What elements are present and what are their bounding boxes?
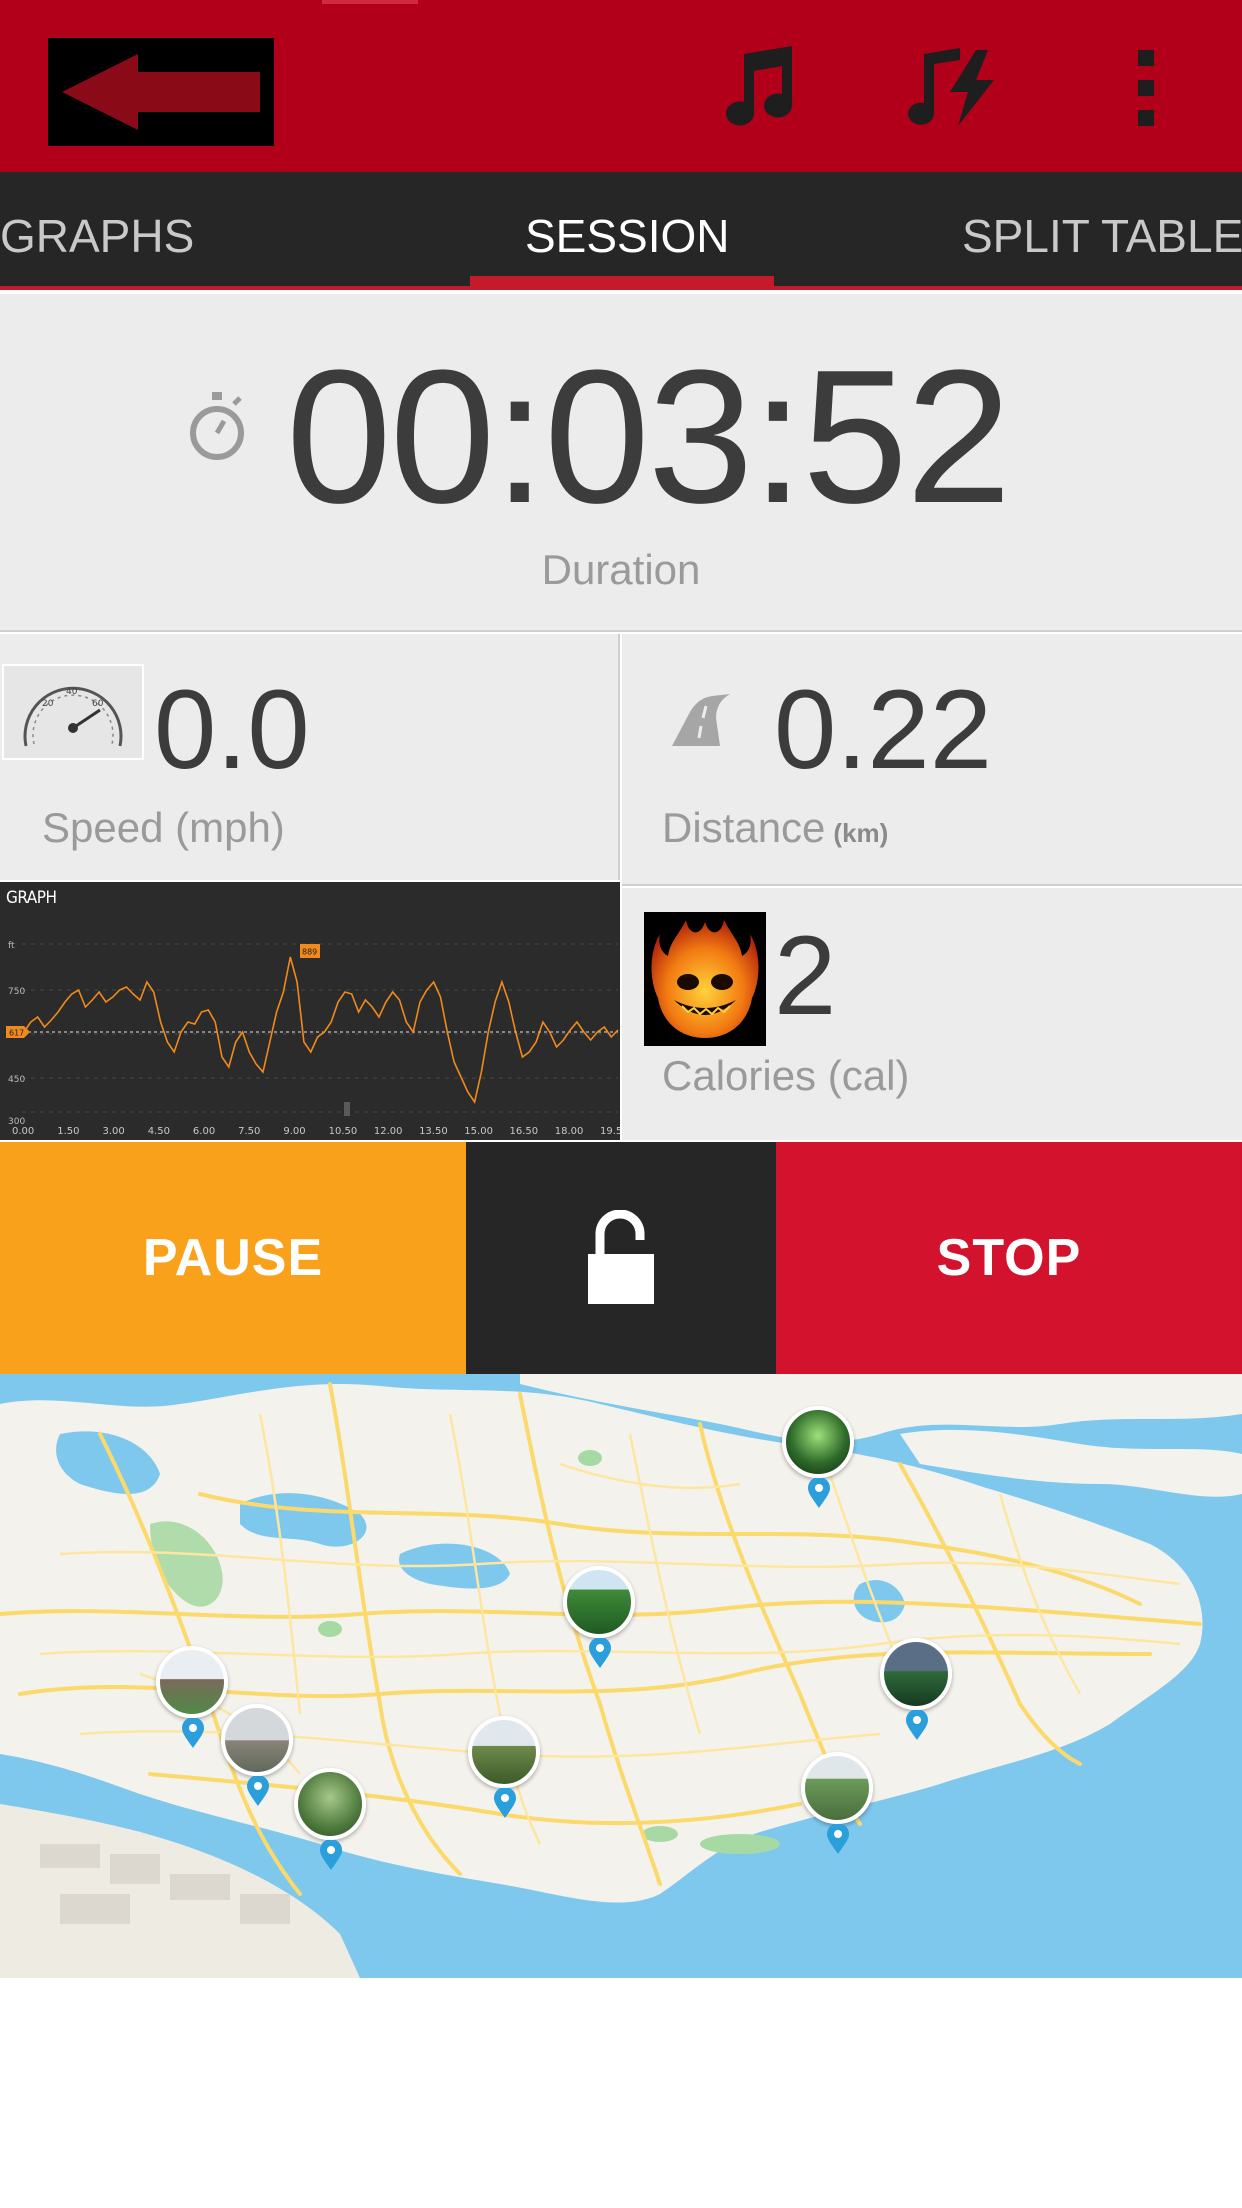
graph-x-tick: 6.00	[193, 1126, 215, 1137]
photo-pin-7[interactable]	[801, 1752, 873, 1854]
graph-y-tick-450: 450	[8, 1075, 25, 1085]
calories-value: 2	[774, 913, 837, 1038]
duration-panel: 00:03:52 Duration	[0, 294, 1242, 632]
graph-x-tick: 15.00	[464, 1126, 493, 1137]
graph-y-unit: ft	[8, 941, 15, 951]
session-controls: PAUSE STOP	[0, 1142, 1242, 1374]
overflow-menu-button[interactable]	[1098, 40, 1194, 136]
photo-pin-3[interactable]	[156, 1646, 228, 1748]
graph-x-tick: 3.00	[102, 1126, 124, 1137]
photo-pin-4[interactable]	[880, 1638, 952, 1740]
calories-label: Calories (cal)	[662, 1052, 910, 1099]
music-button[interactable]	[708, 40, 804, 136]
graph-x-tick: 12.00	[374, 1126, 403, 1137]
back-arrow-icon	[62, 54, 260, 130]
music-note-icon	[726, 46, 792, 126]
power-song-icon	[908, 48, 994, 126]
graph-max-marker: 889	[300, 944, 320, 958]
graph-x-tick: 10.50	[329, 1126, 358, 1137]
route-map[interactable]	[0, 1374, 1242, 1978]
tab-split-table[interactable]: SPLIT TABLE	[962, 172, 1242, 286]
lock-button[interactable]	[466, 1142, 776, 1374]
svg-text:60: 60	[92, 699, 104, 709]
photo-pin-2[interactable]	[563, 1566, 635, 1668]
graph-x-tick: 9.00	[283, 1126, 305, 1137]
unlock-icon	[588, 1210, 654, 1304]
svg-text:889: 889	[302, 948, 317, 957]
pause-button[interactable]: PAUSE	[0, 1142, 466, 1374]
app-bar-highlight	[322, 0, 418, 4]
distance-value: 0.22	[774, 667, 992, 792]
power-song-button[interactable]	[906, 40, 1002, 136]
distance-panel: 0.22 Distance (km)	[622, 634, 1242, 886]
speed-label: Speed (mph)	[42, 804, 285, 851]
graph-title: GRAPH	[6, 888, 57, 908]
duration-value: 00:03:52	[286, 331, 1012, 543]
photo-pin-5[interactable]	[221, 1704, 293, 1806]
speed-value: 0.0	[154, 667, 310, 792]
graph-x-tick: 7.50	[238, 1126, 260, 1137]
photo-pin-8[interactable]	[294, 1768, 366, 1870]
flame-face-logo	[644, 912, 766, 1046]
photo-pin-6[interactable]	[468, 1716, 540, 1818]
stopwatch-icon	[190, 392, 244, 460]
speedometer-icon: 20 40 60	[2, 664, 144, 760]
graph-x-tick: 16.50	[510, 1126, 539, 1137]
graph-x-tick: 13.50	[419, 1126, 448, 1137]
svg-text:40: 40	[66, 687, 78, 697]
active-tab-indicator	[470, 276, 774, 286]
back-button[interactable]	[48, 38, 274, 146]
road-icon	[672, 694, 730, 746]
distance-label-text: Distance	[662, 804, 826, 851]
duration-label: Duration	[541, 546, 701, 593]
graph-x-tick: 1.50	[57, 1126, 79, 1137]
distance-label: Distance (km)	[662, 804, 888, 852]
distance-unit: (km)	[833, 818, 889, 848]
graph-x-tick: 4.50	[148, 1126, 170, 1137]
tab-session[interactable]: SESSION	[525, 172, 730, 286]
overflow-menu-icon	[1138, 50, 1154, 126]
tab-bar: GRAPHS SESSION SPLIT TABLE	[0, 172, 1242, 290]
graph-x-tick: 18.00	[555, 1126, 584, 1137]
svg-text:617: 617	[9, 1029, 24, 1038]
graph-x-tick: 0.00	[12, 1126, 34, 1137]
bottom-blank-area	[0, 1978, 1242, 2208]
calories-panel: 2 Calories (cal)	[622, 888, 1242, 1140]
photo-pin-1[interactable]	[782, 1406, 854, 1508]
elevation-graph[interactable]: ft 750 450 300 0.00 1.50 3.00 4.50 6.00 7.50 9…	[0, 882, 620, 1140]
svg-text:20: 20	[42, 699, 54, 709]
stop-button[interactable]: STOP	[776, 1142, 1242, 1374]
tab-graphs[interactable]: GRAPHS	[0, 172, 194, 286]
speed-panel: 20 40 60 0.0 Speed (mph)	[0, 634, 620, 880]
app-bar	[0, 0, 1242, 172]
graph-y-tick-750: 750	[8, 987, 25, 997]
elevation-graph-canvas: ft 750 450 300 0.00 1.50 3.00 4.50 6.00 7.50 9…	[6, 941, 620, 1137]
graph-x-tick: 19.5	[600, 1126, 620, 1137]
